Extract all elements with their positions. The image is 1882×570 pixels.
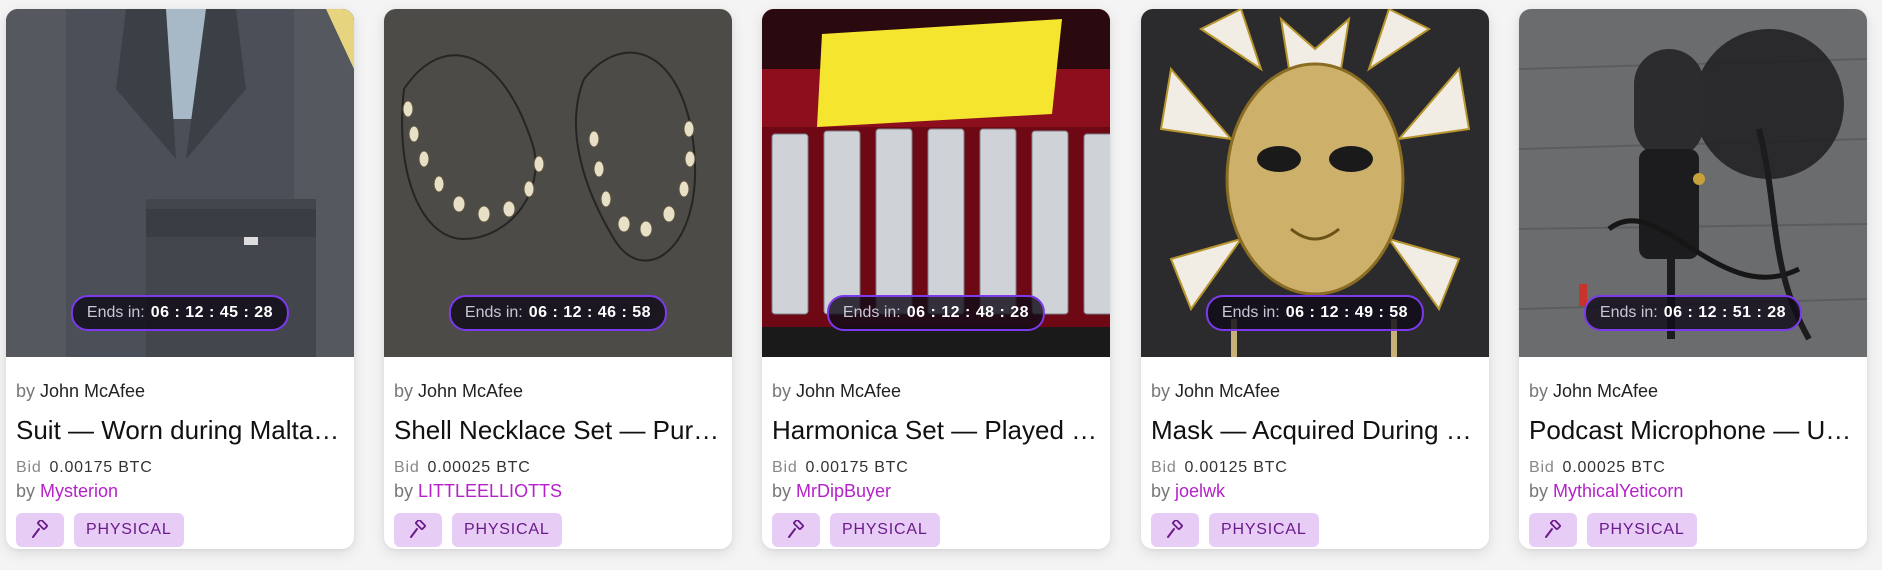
by-label: by — [1529, 481, 1549, 501]
bid-label: Bid — [1151, 459, 1177, 476]
creator-line: by John McAfee — [1529, 379, 1857, 403]
countdown-timer: Ends in: 06 : 12 : 45 : 28 — [70, 295, 290, 331]
place-bid-button[interactable] — [1529, 513, 1577, 547]
creator-name[interactable]: John McAfee — [796, 381, 901, 401]
auction-card-grid: Ends in: 06 : 12 : 45 : 28 by John McAfee… — [0, 0, 1882, 570]
category-tag[interactable]: PHYSICAL — [452, 513, 562, 547]
creator-name[interactable]: John McAfee — [40, 381, 145, 401]
creator-line: by John McAfee — [1151, 379, 1479, 403]
bid-line: Bid 0.00025 BTC — [1529, 457, 1857, 479]
bid-amount: 0.00175 BTC — [49, 459, 153, 476]
creator-name[interactable]: John McAfee — [1175, 381, 1280, 401]
auction-card[interactable]: Ends in: 06 : 12 : 48 : 28 by John McAfee… — [762, 9, 1110, 549]
timer-value: 06 : 12 : 45 : 28 — [150, 304, 274, 321]
bidder-name[interactable]: Mysterion — [40, 481, 118, 501]
creator-line: by John McAfee — [16, 379, 344, 403]
by-label: by — [394, 381, 414, 401]
item-title[interactable]: Harmonica Set — Played By … — [772, 413, 1100, 447]
bid-line: Bid 0.00125 BTC — [1151, 457, 1479, 479]
place-bid-button[interactable] — [394, 513, 442, 547]
item-title[interactable]: Suit — Worn during Malta Bl… — [16, 413, 344, 447]
bid-label: Bid — [16, 459, 42, 476]
bidder-line: by joelwk — [1151, 479, 1479, 503]
auction-card[interactable]: Ends in: 06 : 12 : 51 : 28 by John McAfee… — [1519, 9, 1867, 549]
bidder-line: by MythicalYeticorn — [1529, 479, 1857, 503]
timer-value: 06 : 12 : 51 : 28 — [1663, 304, 1787, 321]
auction-card[interactable]: Ends in: 06 : 12 : 46 : 58 by John McAfee… — [384, 9, 732, 549]
gavel-icon — [1167, 520, 1183, 538]
timer-label: Ends in: — [1599, 304, 1658, 321]
place-bid-button[interactable] — [1151, 513, 1199, 547]
gavel-icon — [410, 520, 426, 538]
category-tag[interactable]: PHYSICAL — [830, 513, 940, 547]
item-image-necklace[interactable]: Ends in: 06 : 12 : 46 : 58 — [384, 9, 732, 357]
creator-line: by John McAfee — [772, 379, 1100, 403]
bid-label: Bid — [772, 459, 798, 476]
timer-value: 06 : 12 : 46 : 58 — [528, 304, 652, 321]
bid-line: Bid 0.00175 BTC — [772, 457, 1100, 479]
auction-card[interactable]: Ends in: 06 : 12 : 49 : 58 by John McAfee… — [1141, 9, 1489, 549]
bid-line: Bid 0.00175 BTC — [16, 457, 344, 479]
place-bid-button[interactable] — [772, 513, 820, 547]
by-label: by — [772, 481, 792, 501]
by-label: by — [1151, 381, 1171, 401]
by-label: by — [1151, 481, 1171, 501]
item-image-microphone[interactable]: Ends in: 06 : 12 : 51 : 28 — [1519, 9, 1867, 357]
bidder-name[interactable]: MythicalYeticorn — [1553, 481, 1683, 501]
bid-amount: 0.00025 BTC — [1562, 459, 1666, 476]
by-label: by — [1529, 381, 1549, 401]
bidder-name[interactable]: joelwk — [1175, 481, 1225, 501]
bidder-line: by MrDipBuyer — [772, 479, 1100, 503]
gavel-icon — [788, 520, 804, 538]
bid-amount: 0.00175 BTC — [805, 459, 909, 476]
by-label: by — [16, 381, 36, 401]
gavel-icon — [32, 520, 48, 538]
bid-amount: 0.00025 BTC — [427, 459, 531, 476]
gavel-icon — [1545, 520, 1561, 538]
bidder-name[interactable]: MrDipBuyer — [796, 481, 891, 501]
timer-label: Ends in: — [464, 304, 523, 321]
item-image-harmonica[interactable]: Ends in: 06 : 12 : 48 : 28 — [762, 9, 1110, 357]
timer-label: Ends in: — [86, 304, 145, 321]
item-image-mask[interactable]: Ends in: 06 : 12 : 49 : 58 — [1141, 9, 1489, 357]
countdown-timer: Ends in: 06 : 12 : 49 : 58 — [1205, 295, 1425, 331]
timer-value: 06 : 12 : 49 : 58 — [1285, 304, 1409, 321]
item-title[interactable]: Shell Necklace Set — Purch… — [394, 413, 722, 447]
bid-label: Bid — [1529, 459, 1555, 476]
bidder-name[interactable]: LITTLEELLIOTTS — [418, 481, 562, 501]
by-label: by — [16, 481, 36, 501]
item-title[interactable]: Podcast Microphone — Use… — [1529, 413, 1857, 447]
bid-amount: 0.00125 BTC — [1184, 459, 1288, 476]
bidder-line: by LITTLEELLIOTTS — [394, 479, 722, 503]
item-title[interactable]: Mask — Acquired During a E… — [1151, 413, 1479, 447]
item-image-suit[interactable]: Ends in: 06 : 12 : 45 : 28 — [6, 9, 354, 357]
timer-label: Ends in: — [842, 304, 901, 321]
by-label: by — [772, 381, 792, 401]
category-tag[interactable]: PHYSICAL — [1587, 513, 1697, 547]
category-tag[interactable]: PHYSICAL — [74, 513, 184, 547]
creator-name[interactable]: John McAfee — [418, 381, 523, 401]
bidder-line: by Mysterion — [16, 479, 344, 503]
countdown-timer: Ends in: 06 : 12 : 51 : 28 — [1583, 295, 1803, 331]
bid-label: Bid — [394, 459, 420, 476]
by-label: by — [394, 481, 414, 501]
bid-line: Bid 0.00025 BTC — [394, 457, 722, 479]
countdown-timer: Ends in: 06 : 12 : 48 : 28 — [826, 295, 1046, 331]
countdown-timer: Ends in: 06 : 12 : 46 : 58 — [448, 295, 668, 331]
place-bid-button[interactable] — [16, 513, 64, 547]
auction-card[interactable]: Ends in: 06 : 12 : 45 : 28 by John McAfee… — [6, 9, 354, 549]
timer-value: 06 : 12 : 48 : 28 — [906, 304, 1030, 321]
creator-line: by John McAfee — [394, 379, 722, 403]
category-tag[interactable]: PHYSICAL — [1209, 513, 1319, 547]
timer-label: Ends in: — [1221, 304, 1280, 321]
creator-name[interactable]: John McAfee — [1553, 381, 1658, 401]
